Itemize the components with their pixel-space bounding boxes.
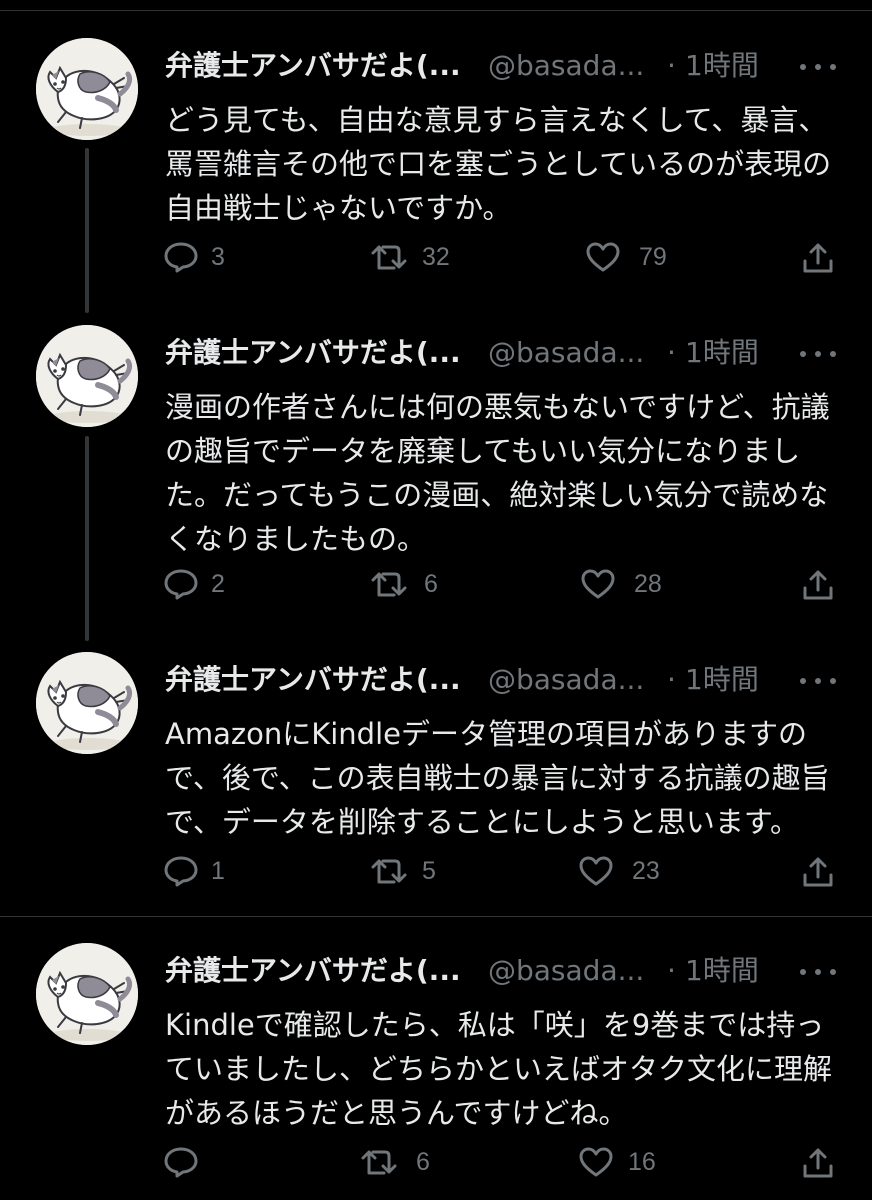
user-handle[interactable]: @basada... xyxy=(488,949,644,993)
tweet-text-line: の趣旨でデータを廃棄してもいい気分になりまし xyxy=(165,434,801,468)
cat-avatar[interactable] xyxy=(36,652,138,754)
tweet-text-line: くなりましたもの。 xyxy=(165,522,427,556)
tweet-text-line: 漫画の作者さんには何の悪気もないですけど、抗議 xyxy=(165,390,830,424)
tweet-4[interactable]: 弁護士アンバサだよ(... @basada... · 1時間 Kindleで確認… xyxy=(0,943,872,1193)
tweet-header: 弁護士アンバサだよ(... @basada... · 1時間 xyxy=(165,949,845,993)
like-count: 79 xyxy=(639,243,667,271)
separator-dot: · xyxy=(667,663,676,696)
tweet-divider xyxy=(0,916,872,917)
tweet-text-line: 自由戦士じゃないですか。 xyxy=(165,191,512,225)
tweet-text-line: で、データを削除することにしようと思います。 xyxy=(165,805,799,839)
cat-avatar[interactable] xyxy=(36,325,138,427)
top-divider xyxy=(0,10,872,11)
more-icon[interactable] xyxy=(795,664,841,698)
user-handle[interactable]: @basada... xyxy=(488,658,644,702)
tweet-text-line: AmazonにKindleデータ管理の項目がありますの xyxy=(165,717,807,751)
tweet-text-line: 罵詈雑言その他で口を塞ごうとしているのが表現の xyxy=(165,147,832,181)
tweet-actions: 1 5 23 xyxy=(0,851,872,891)
tweet-text-line: Kindleで確認したら、私は「咲」を9巻までは持っ xyxy=(165,1008,825,1042)
tweet-text-line: で、後で、この表自戦士の暴言に対する抗議の趣旨 xyxy=(165,761,830,795)
user-handle[interactable]: @basada... xyxy=(488,44,644,88)
tweet-text: Kindleで確認したら、私は「咲」を9巻までは持っ ていましたし、どちらかとい… xyxy=(165,1003,855,1135)
retweet-count: 6 xyxy=(416,1148,430,1176)
retweet-count: 32 xyxy=(422,243,450,271)
tweet-text-line: があるほうだと思うんですけどね。 xyxy=(165,1096,628,1130)
like-count: 23 xyxy=(632,857,660,885)
separator-dot: · xyxy=(667,336,676,369)
timestamp[interactable]: 1時間 xyxy=(685,658,759,702)
timestamp[interactable]: 1時間 xyxy=(685,44,759,88)
like-count: 28 xyxy=(634,570,662,598)
tweet-1[interactable]: 弁護士アンバサだよ(... @basada... · 1時間 どう見ても、自由な… xyxy=(0,38,872,288)
tweet-text-line: ていましたし、どちらかといえばオタク文化に理解 xyxy=(165,1052,833,1086)
like-count: 16 xyxy=(628,1148,656,1176)
cat-avatar[interactable] xyxy=(36,38,138,140)
tweet-3[interactable]: 弁護士アンバサだよ(... @basada... · 1時間 AmazonにKi… xyxy=(0,652,872,902)
separator-dot: · xyxy=(667,954,676,987)
timestamp[interactable]: 1時間 xyxy=(685,949,759,993)
tweet-text: 漫画の作者さんには何の悪気もないですけど、抗議 の趣旨でデータを廃棄してもいい気… xyxy=(165,385,855,561)
more-icon[interactable] xyxy=(795,50,841,84)
reply-count: 2 xyxy=(211,570,225,598)
tweet-header: 弁護士アンバサだよ(... @basada... · 1時間 xyxy=(165,44,845,88)
cat-avatar[interactable] xyxy=(36,943,138,1045)
tweet-header: 弁護士アンバサだよ(... @basada... · 1時間 xyxy=(165,658,845,702)
reply-count: 3 xyxy=(211,243,225,271)
tweet-text-line: た。だってもうこの漫画、絶対楽しい気分で読めな xyxy=(165,478,829,512)
reply-count: 1 xyxy=(211,857,225,885)
tweet-text: どう見ても、自由な意見すら言えなくして、暴言、 罵詈雑言その他で口を塞ごうとして… xyxy=(165,98,855,230)
display-name[interactable]: 弁護士アンバサだよ(... xyxy=(165,949,461,993)
more-icon[interactable] xyxy=(795,337,841,371)
timestamp[interactable]: 1時間 xyxy=(685,331,759,375)
display-name[interactable]: 弁護士アンバサだよ(... xyxy=(165,44,461,88)
retweet-count: 5 xyxy=(422,857,436,885)
tweet-text-line: どう見ても、自由な意見すら言えなくして、暴言、 xyxy=(165,103,828,137)
tweet-header: 弁護士アンバサだよ(... @basada... · 1時間 xyxy=(165,331,845,375)
tweet-actions: 3 32 79 xyxy=(0,237,872,277)
separator-dot: · xyxy=(667,49,676,82)
tweet-actions: 2 6 28 xyxy=(0,564,872,604)
display-name[interactable]: 弁護士アンバサだよ(... xyxy=(165,658,461,702)
retweet-count: 6 xyxy=(424,570,438,598)
user-handle[interactable]: @basada... xyxy=(488,331,644,375)
tweet-actions: 6 16 xyxy=(0,1142,872,1182)
display-name[interactable]: 弁護士アンバサだよ(... xyxy=(165,331,461,375)
tweet-2[interactable]: 弁護士アンバサだよ(... @basada... · 1時間 漫画の作者さんには… xyxy=(0,325,872,615)
more-icon[interactable] xyxy=(795,955,841,989)
tweet-text: AmazonにKindleデータ管理の項目がありますの で、後で、この表自戦士の… xyxy=(165,712,855,844)
